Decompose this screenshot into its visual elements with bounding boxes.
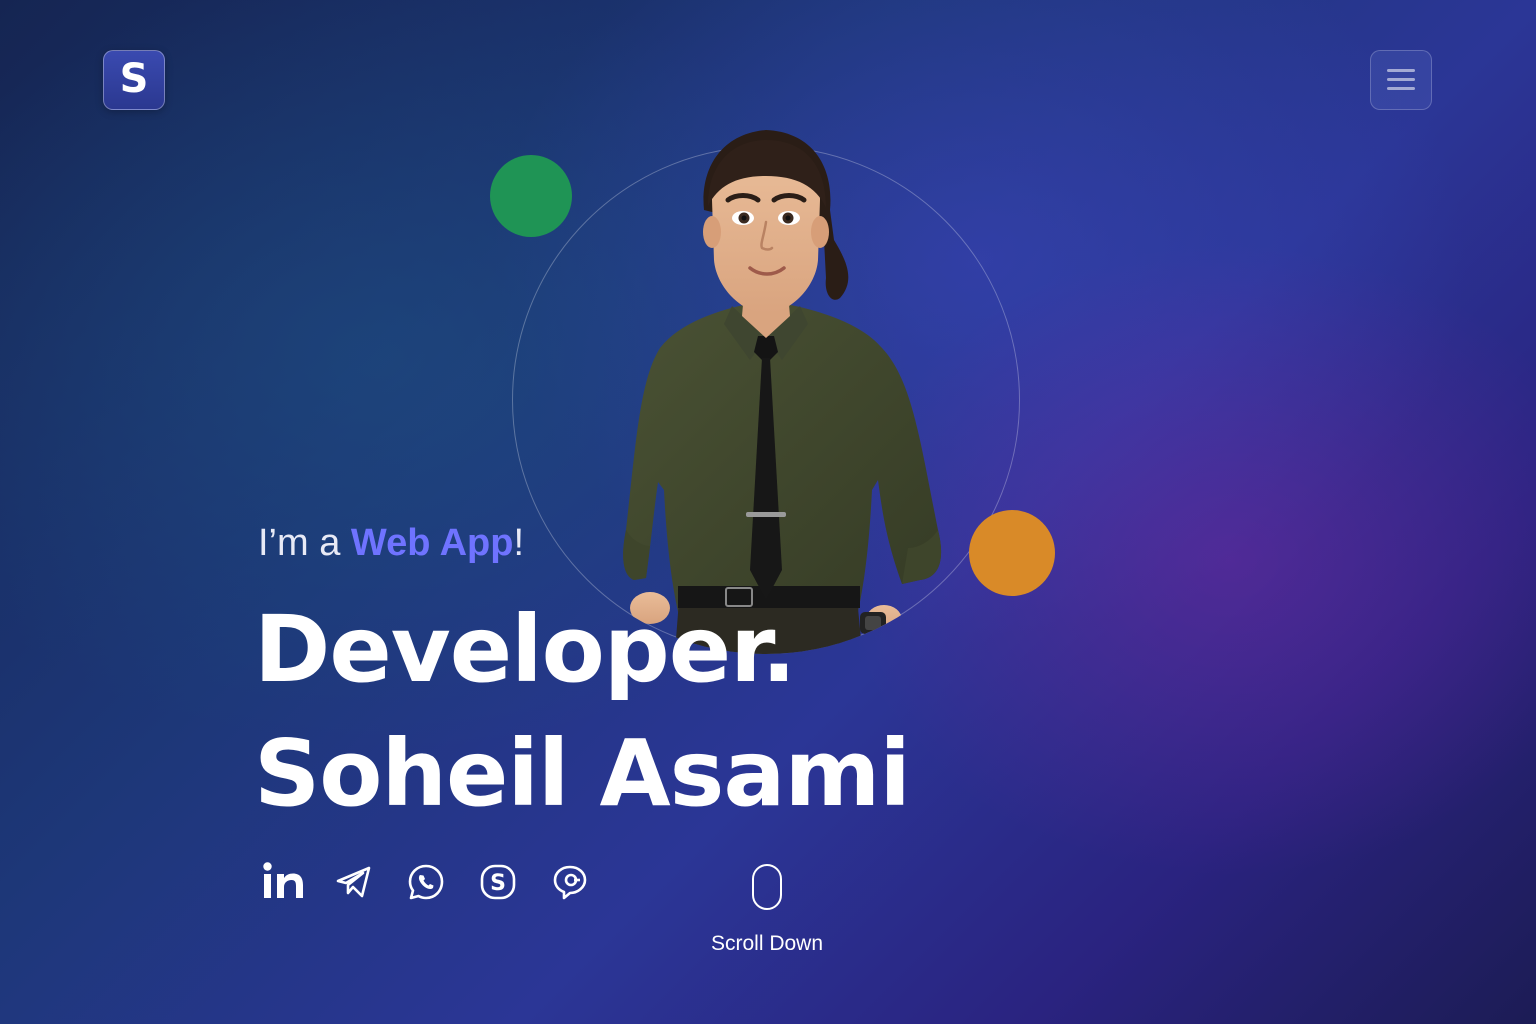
mouse-icon [752,864,782,910]
scroll-down-label: Scroll Down [710,932,824,955]
intro-line: I’m a Web App! [258,520,524,566]
intro-prefix: I’m a [258,522,351,564]
headline-title: Developer. [254,596,796,703]
hero-headline: Developer. Soheil Asami [254,588,911,836]
social-links: S [262,858,622,906]
intro-suffix: ! [513,522,525,564]
telegram-icon [336,866,371,898]
chat-link[interactable] [550,858,622,906]
linkedin-icon [263,862,303,898]
skype-link[interactable]: S [478,858,550,906]
headline-name: Soheil Asami [254,720,911,827]
logo[interactable]: S [103,50,165,110]
svg-text:S: S [490,871,506,896]
scroll-down-indicator[interactable]: Scroll Down [700,864,834,956]
intro-accent: Web App [350,522,514,564]
decorative-green-dot [490,155,572,237]
logo-letter: S [119,56,149,102]
telegram-link[interactable] [334,858,406,906]
linkedin-link[interactable] [262,858,334,906]
hamburger-menu-icon [1387,69,1415,90]
chat-icon [553,865,587,900]
skype-icon: S [480,864,516,900]
decorative-orange-dot [969,510,1055,596]
whatsapp-icon [408,864,444,900]
whatsapp-link[interactable] [406,858,478,906]
menu-button[interactable] [1370,50,1432,110]
